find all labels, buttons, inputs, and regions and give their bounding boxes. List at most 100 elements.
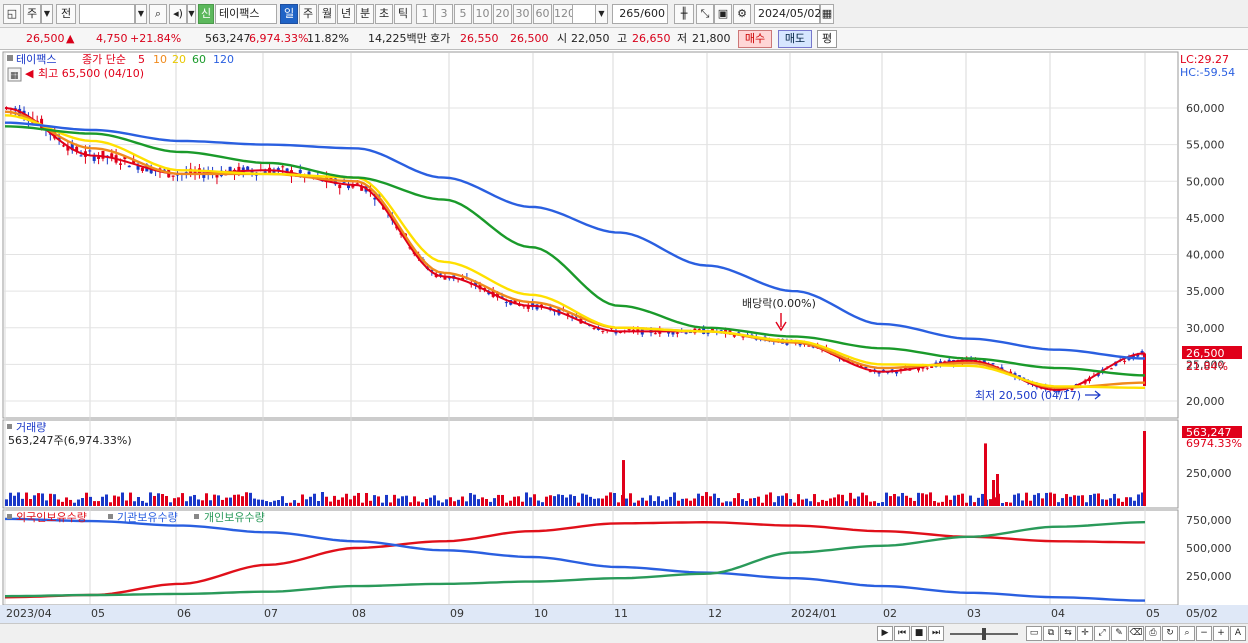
period-selector[interactable]: 주	[23, 4, 41, 24]
scroll-end-icon[interactable]: ⏭	[928, 626, 944, 641]
legend-ma60: 60	[192, 53, 206, 66]
individual-handle-icon[interactable]	[194, 514, 199, 519]
volume-bar	[665, 499, 668, 506]
prev-button[interactable]: 전	[56, 4, 76, 24]
draw-icon[interactable]: ✎	[1111, 626, 1127, 641]
open-price: 22,050	[571, 32, 610, 45]
volume-bar	[541, 502, 544, 506]
speaker-icon[interactable]: ◂)	[169, 4, 187, 24]
institution-handle-icon[interactable]	[108, 514, 113, 519]
tick-count-button[interactable]: 60	[533, 4, 552, 24]
volume-bar	[369, 500, 372, 506]
volume-bar	[9, 492, 12, 506]
volume-bar	[313, 493, 316, 506]
refresh-icon[interactable]: ↻	[1162, 626, 1178, 641]
volume-panel[interactable]	[2, 419, 1179, 509]
stock-name-field[interactable]: 테이팩스	[215, 4, 277, 24]
crosshair-icon[interactable]: ✛	[1077, 626, 1093, 641]
volume-bar	[817, 502, 820, 506]
zoom-in-icon[interactable]: +	[1213, 626, 1229, 641]
print-icon[interactable]: ⎙	[1145, 626, 1161, 641]
tick-count-button[interactable]: 1	[416, 4, 434, 24]
tick-count-button[interactable]: 10	[473, 4, 492, 24]
stock-chart[interactable]: 60,000 55,000 50,000 45,000 40,000 35,000 30,0…	[0, 51, 1248, 623]
volume-bar	[189, 496, 192, 506]
date-input[interactable]: 2024/05/02	[754, 4, 821, 24]
volume-bar	[577, 502, 580, 506]
volume-bar	[357, 492, 360, 506]
tick-count-button[interactable]: 3	[435, 4, 453, 24]
panel-handle-icon[interactable]	[7, 55, 13, 61]
trade-amount: 14,225백만	[368, 32, 427, 45]
chevron-down-icon[interactable]: ▼	[41, 4, 53, 24]
volume-percent: 6,974.33%	[249, 32, 309, 45]
interval-tab[interactable]: 분	[356, 4, 374, 24]
volume-bar	[1037, 493, 1040, 506]
volume-bar	[1045, 492, 1048, 506]
trendline-icon[interactable]: ⤡	[696, 4, 714, 24]
font-size-icon[interactable]: A	[1230, 626, 1246, 641]
tick-count-button[interactable]: 20	[493, 4, 512, 24]
bar-count-field[interactable]: 265/600	[612, 4, 668, 24]
buy-button[interactable]: 매수	[738, 30, 772, 48]
volume-bar	[181, 493, 184, 506]
volume-bar	[333, 495, 336, 506]
volume-bar	[917, 492, 920, 506]
volume-bar	[49, 493, 52, 506]
zoom-search-icon[interactable]: ⌕	[1179, 626, 1195, 641]
volume-bar	[321, 492, 324, 506]
chart-type-icon[interactable]: ◱	[3, 4, 21, 24]
tick-count-button[interactable]: 5	[454, 4, 472, 24]
search-icon[interactable]: ⌕	[149, 4, 167, 24]
volume-bar	[849, 492, 852, 506]
volume-bar	[237, 494, 240, 506]
volume-bar	[37, 493, 40, 506]
volume-bar	[605, 495, 608, 506]
eval-button[interactable]: 평	[817, 30, 837, 48]
volume-bar	[989, 499, 992, 506]
candle-settings-icon[interactable]: ╫	[674, 4, 694, 24]
volume-spike	[996, 474, 999, 506]
volume-bar	[761, 502, 764, 506]
layout-icon[interactable]: ▭	[1026, 626, 1042, 641]
high-label: 고	[617, 32, 628, 45]
credit-badge: 신	[198, 4, 214, 24]
volume-bar	[737, 493, 740, 506]
date-axis-label: 08	[352, 607, 366, 620]
interval-tab[interactable]: 주	[299, 4, 317, 24]
interval-tab[interactable]: 월	[318, 4, 336, 24]
custom-interval-dropdown-icon[interactable]: ▼	[595, 4, 608, 24]
interval-tab[interactable]: 일	[280, 4, 298, 24]
sell-button[interactable]: 매도	[778, 30, 812, 48]
zoom-slider-handle[interactable]	[982, 628, 986, 640]
holding-handle-icon[interactable]	[7, 514, 12, 519]
eraser-icon[interactable]: ⌫	[1128, 626, 1144, 641]
speaker-dropdown-icon[interactable]: ▼	[187, 4, 196, 24]
scroll-start-icon[interactable]: ⏮	[894, 626, 910, 641]
stop-icon[interactable]: ■	[911, 626, 927, 641]
volume-handle-icon[interactable]	[7, 424, 12, 429]
scroll-right-icon[interactable]: ▶	[877, 626, 893, 641]
volume-bar	[885, 492, 888, 506]
interval-tab[interactable]: 틱	[394, 4, 412, 24]
compare-icon[interactable]: ⇆	[1060, 626, 1076, 641]
code-dropdown-icon[interactable]: ▼	[135, 4, 147, 24]
zoom-out-icon[interactable]: −	[1196, 626, 1212, 641]
volume-bar	[497, 494, 500, 506]
interval-tab[interactable]: 초	[375, 4, 393, 24]
interval-tab[interactable]: 년	[337, 4, 355, 24]
measure-icon[interactable]: ⤢	[1094, 626, 1110, 641]
save-icon[interactable]: ▣	[714, 4, 732, 24]
calendar-icon[interactable]: ▦	[820, 4, 834, 24]
price-panel[interactable]	[2, 51, 1179, 419]
low-label: 저	[677, 32, 688, 45]
volume-bar	[957, 494, 960, 506]
price-axis-label: 50,000	[1186, 175, 1225, 188]
ask-price: 26,550	[460, 32, 499, 45]
gear-icon[interactable]: ⚙	[733, 4, 751, 24]
volume-bar	[257, 499, 260, 506]
split-icon[interactable]: ⧉	[1043, 626, 1059, 641]
stock-code-input[interactable]: 055490	[79, 4, 135, 24]
tick-count-button[interactable]: 30	[513, 4, 532, 24]
legend-stock-name: 테이팩스	[16, 53, 56, 66]
